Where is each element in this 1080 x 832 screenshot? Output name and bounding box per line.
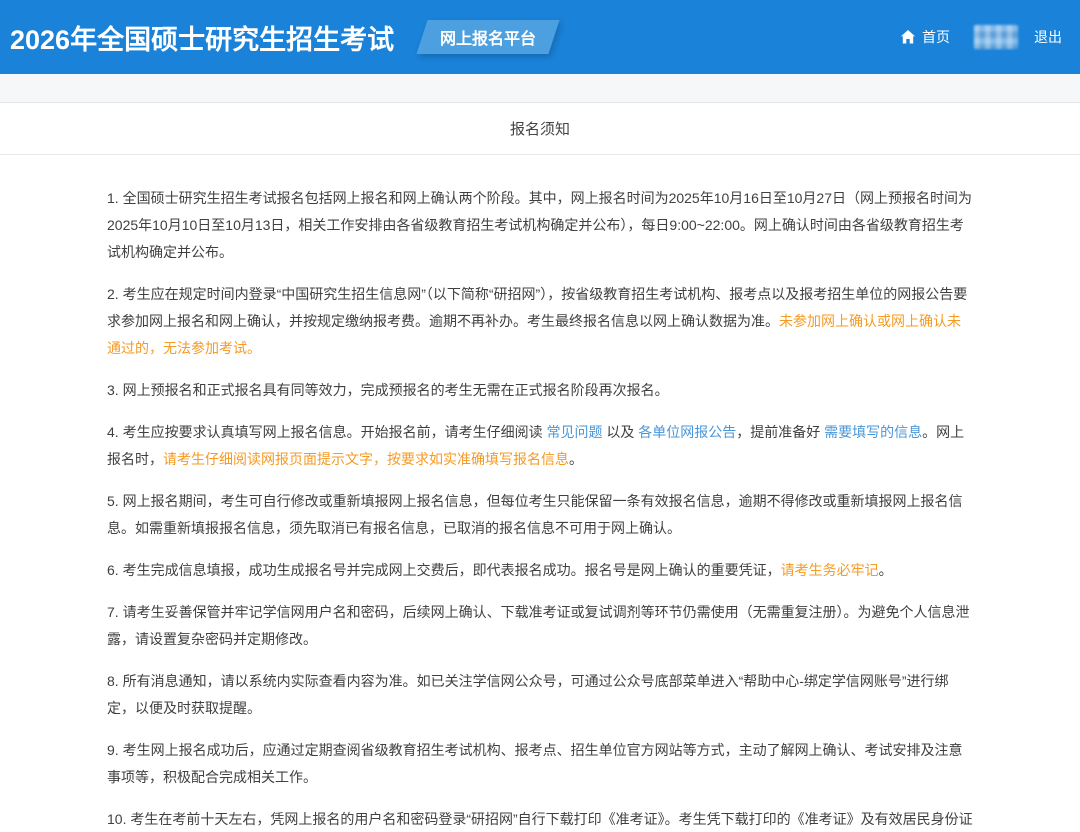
notice-paragraph: 10. 考生在考前十天左右，凭网上报名的用户名和密码登录“研招网”自行下载打印《… bbox=[107, 806, 973, 832]
notice-paragraph: 4. 考生应按要求认真填写网上报名信息。开始报名前，请考生仔细阅读 常见问题 以… bbox=[107, 419, 973, 473]
notice-paragraph: 1. 全国硕士研究生招生考试报名包括网上报名和网上确认两个阶段。其中，网上报名时… bbox=[107, 185, 973, 266]
notice-text: 8. 所有消息通知，请以系统内实际查看内容为准。如已关注学信网公众号，可通过公众… bbox=[107, 673, 949, 716]
header-left: 2026年全国硕士研究生招生考试 网上报名平台 bbox=[10, 18, 554, 57]
home-icon bbox=[900, 29, 916, 45]
header-nav: 首页 退出 bbox=[900, 25, 1062, 49]
home-link[interactable]: 首页 bbox=[900, 27, 950, 47]
logout-link-label: 退出 bbox=[1034, 27, 1062, 47]
notice-paragraph: 6. 考生完成信息填报，成功生成报名号并完成网上交费后，即代表报名成功。报名号是… bbox=[107, 557, 973, 584]
notice-text: 3. 网上预报名和正式报名具有同等效力，完成预报名的考生无需在正式报名阶段再次报… bbox=[107, 382, 669, 398]
header-spacer-band bbox=[0, 74, 1080, 103]
page-title: 报名须知 bbox=[510, 118, 570, 139]
inline-link[interactable]: 常见问题 bbox=[546, 424, 602, 440]
notice-text: 以及 bbox=[602, 424, 638, 440]
notice-text: 。 bbox=[879, 562, 893, 578]
notice-paragraph: 2. 考生应在规定时间内登录“中国研究生招生信息网”（以下简称“研招网”），按省… bbox=[107, 281, 973, 362]
notice-text: 7. 请考生妥善保管并牢记学信网用户名和密码，后续网上确认、下载准考证或复试调剂… bbox=[107, 604, 970, 647]
warning-text: 请考生仔细阅读网报页面提示文字，按要求如实准确填写报名信息 bbox=[163, 451, 569, 467]
notice-paragraph: 8. 所有消息通知，请以系统内实际查看内容为准。如已关注学信网公众号，可通过公众… bbox=[107, 668, 973, 722]
notice-paragraph: 9. 考生网上报名成功后，应通过定期查阅省级教育招生考试机构、报考点、招生单位官… bbox=[107, 737, 973, 791]
app-title: 2026年全国硕士研究生招生考试 bbox=[10, 18, 394, 57]
notice-paragraph: 3. 网上预报名和正式报名具有同等效力，完成预报名的考生无需在正式报名阶段再次报… bbox=[107, 377, 973, 404]
notice-text: 5. 网上报名期间，考生可自行修改或重新填报网上报名信息，但每位考生只能保留一条… bbox=[107, 493, 963, 536]
notice-paragraph: 7. 请考生妥善保管并牢记学信网用户名和密码，后续网上确认、下载准考证或复试调剂… bbox=[107, 599, 973, 653]
notice-text: ，提前准备好 bbox=[736, 424, 824, 440]
home-link-label: 首页 bbox=[922, 27, 950, 47]
app-header: 2026年全国硕士研究生招生考试 网上报名平台 首页 退出 bbox=[0, 0, 1080, 74]
notice-text: 10. 考生在考前十天左右，凭网上报名的用户名和密码登录“研招网”自行下载打印《… bbox=[107, 811, 973, 832]
notice-text: 9. 考生网上报名成功后，应通过定期查阅省级教育招生考试机构、报考点、招生单位官… bbox=[107, 742, 963, 785]
notice-text: 6. 考生完成信息填报，成功生成报名号并完成网上交费后，即代表报名成功。报名号是… bbox=[107, 562, 781, 578]
title-bar: 报名须知 bbox=[0, 103, 1080, 155]
notice-text: 。 bbox=[569, 451, 583, 467]
inline-link[interactable]: 各单位网报公告 bbox=[638, 424, 736, 440]
platform-badge: 网上报名平台 bbox=[417, 20, 560, 54]
notice-text: 4. 考生应按要求认真填写网上报名信息。开始报名前，请考生仔细阅读 bbox=[107, 424, 546, 440]
inline-link[interactable]: 需要填写的信息 bbox=[824, 424, 922, 440]
notice-content: 1. 全国硕士研究生招生考试报名包括网上报名和网上确认两个阶段。其中，网上报名时… bbox=[0, 155, 1080, 832]
logout-link[interactable]: 退出 bbox=[1034, 27, 1062, 47]
platform-badge-label: 网上报名平台 bbox=[440, 25, 536, 49]
warning-text: 请考生务必牢记 bbox=[781, 562, 879, 578]
notice-text: 1. 全国硕士研究生招生考试报名包括网上报名和网上确认两个阶段。其中，网上报名时… bbox=[107, 190, 972, 260]
notice-paragraph: 5. 网上报名期间，考生可自行修改或重新填报网上报名信息，但每位考生只能保留一条… bbox=[107, 488, 973, 542]
user-name-blurred bbox=[974, 25, 1018, 49]
